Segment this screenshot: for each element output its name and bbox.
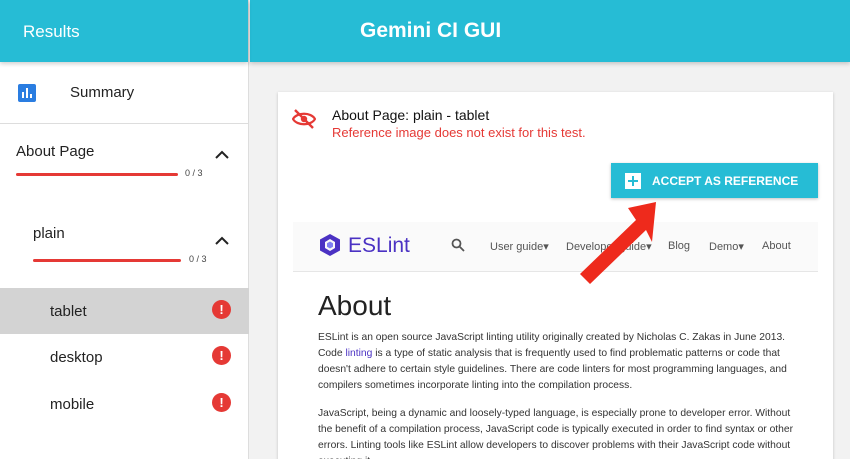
screenshot-paragraph: JavaScript, being a dynamic and loosely-… (318, 408, 794, 459)
error-icon: ! (212, 393, 231, 412)
paragraph-text: is a type of static analysis that is fre… (318, 348, 787, 391)
chevron-up-icon[interactable] (214, 236, 230, 246)
browser-item-mobile[interactable]: mobile ! (0, 381, 249, 427)
logo-text: ESLint (348, 234, 410, 257)
nav-item: About (762, 240, 791, 252)
test-error-message: Reference image does not exist for this … (332, 125, 586, 140)
summary-label: Summary (70, 84, 135, 101)
screenshot-paragraph: ESLint is an open source JavaScript lint… (318, 330, 798, 394)
state-name: plain (33, 225, 65, 242)
sidebar-title: Results (0, 0, 248, 62)
test-screenshot: ESLint User guide▾ Developer guide▾ Blog… (293, 222, 818, 459)
app-title: Gemini CI GUI (250, 0, 850, 62)
state-progress-bar (33, 259, 181, 262)
paragraph-link: linting (345, 348, 373, 359)
search-icon (451, 238, 465, 252)
test-card: About Page: plain - tablet Reference ima… (278, 92, 833, 459)
suite-item[interactable]: About Page 0 / 3 (0, 124, 248, 179)
annotation-arrow-icon (580, 202, 656, 284)
bar-chart-icon (18, 83, 36, 102)
state-item[interactable]: plain 0 / 3 (0, 205, 249, 275)
error-icon: ! (212, 300, 231, 319)
suite-count: 0 / 3 (185, 168, 203, 178)
screenshot-navbar: ESLint User guide▾ Developer guide▾ Blog… (293, 222, 818, 272)
eslint-logo-icon (320, 234, 340, 256)
accept-button-label: ACCEPT AS REFERENCE (652, 173, 799, 188)
eye-off-icon (292, 109, 316, 129)
state-count: 0 / 3 (189, 254, 207, 264)
summary-item[interactable]: Summary (0, 62, 248, 124)
nav-item: Blog (668, 240, 691, 252)
browser-item-desktop[interactable]: desktop ! (0, 334, 249, 380)
plus-icon (625, 172, 641, 189)
test-title: About Page: plain - tablet (332, 107, 490, 123)
nav-item: User guide▾ (490, 241, 549, 253)
chevron-up-icon[interactable] (214, 150, 230, 160)
accept-as-reference-button[interactable]: ACCEPT AS REFERENCE (611, 163, 818, 198)
browser-name: mobile (50, 395, 95, 413)
browser-name: desktop (50, 348, 103, 366)
nav-item: Demo▾ (709, 241, 744, 253)
browser-item-tablet[interactable]: tablet ! (0, 288, 249, 334)
error-icon: ! (212, 346, 231, 365)
suite-progress-bar (16, 173, 178, 176)
screenshot-heading: About (318, 290, 392, 321)
browser-name: tablet (50, 302, 87, 320)
suite-name: About Page (16, 143, 95, 160)
